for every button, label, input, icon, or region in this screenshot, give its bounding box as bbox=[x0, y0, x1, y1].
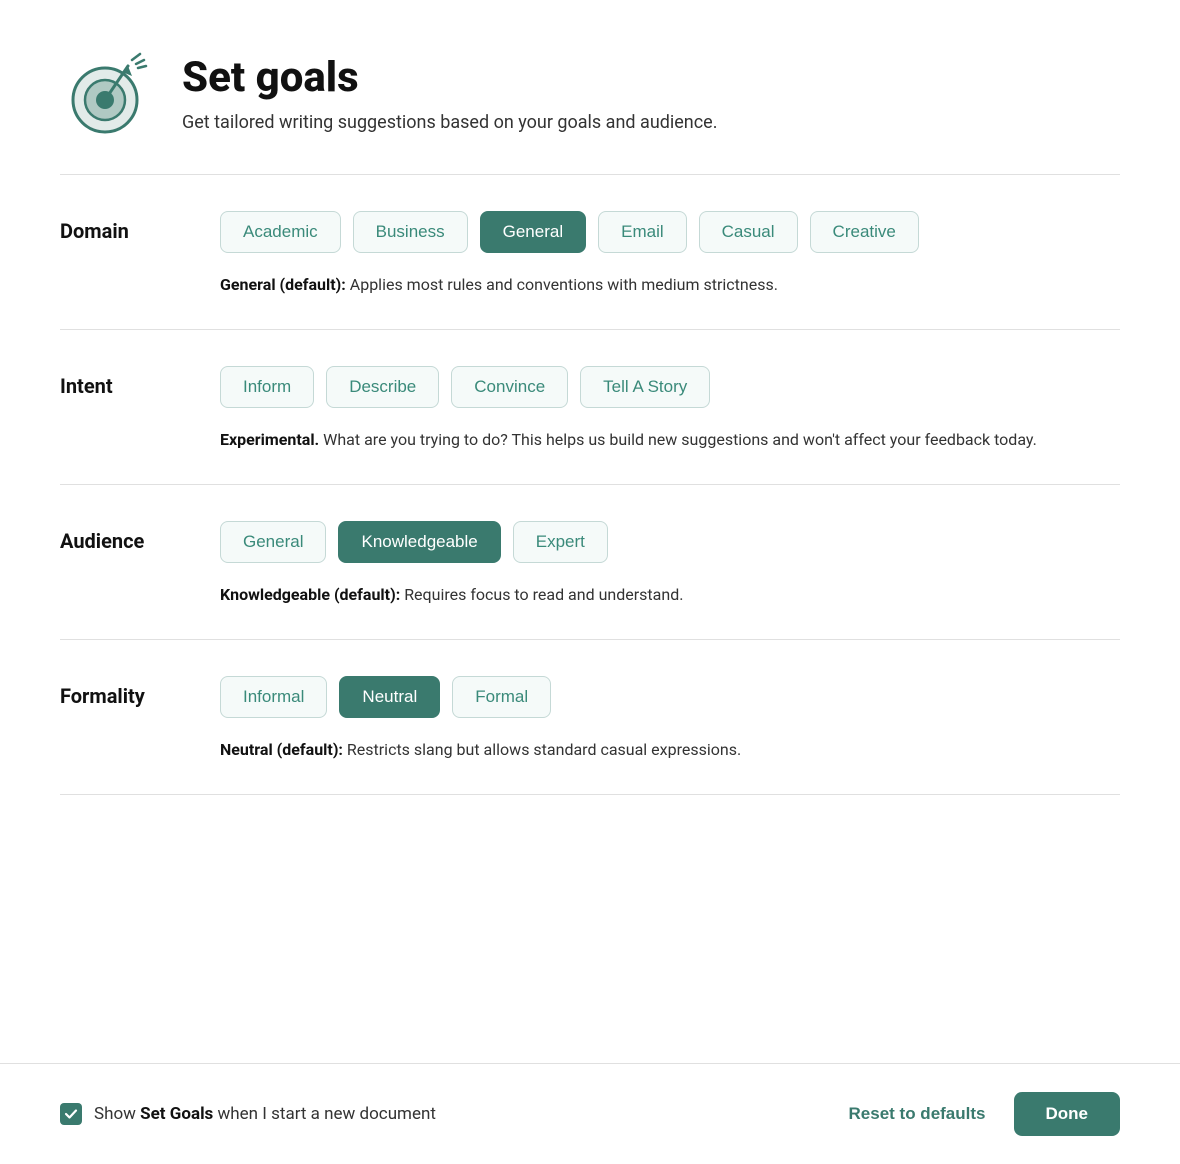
intent-option-convince[interactable]: Convince bbox=[451, 366, 568, 408]
domain-desc-bold: General (default): bbox=[220, 275, 346, 294]
logo-icon bbox=[60, 48, 150, 138]
audience-option-expert[interactable]: Expert bbox=[513, 521, 608, 563]
domain-option-email[interactable]: Email bbox=[598, 211, 687, 253]
formality-content: Informal Neutral Formal Neutral (default… bbox=[220, 676, 1120, 762]
domain-button-group: Academic Business General Email Casual C… bbox=[220, 211, 1120, 253]
formality-button-group: Informal Neutral Formal bbox=[220, 676, 1120, 718]
formality-option-formal[interactable]: Formal bbox=[452, 676, 551, 718]
audience-option-general[interactable]: General bbox=[220, 521, 326, 563]
footer: Show Set Goals when I start a new docume… bbox=[0, 1063, 1180, 1164]
domain-option-casual[interactable]: Casual bbox=[699, 211, 798, 253]
audience-desc-bold: Knowledgeable (default): bbox=[220, 585, 400, 604]
intent-desc-bold: Experimental. bbox=[220, 430, 319, 449]
formality-option-neutral[interactable]: Neutral bbox=[339, 676, 440, 718]
formality-section: Formality Informal Neutral Formal Neutra… bbox=[60, 640, 1120, 795]
footer-right: Reset to defaults Done bbox=[849, 1092, 1120, 1136]
audience-description: Knowledgeable (default): Requires focus … bbox=[220, 583, 1040, 607]
page-title: Set goals bbox=[182, 53, 717, 102]
show-goals-bold: Set Goals bbox=[140, 1104, 213, 1124]
header: Set goals Get tailored writing suggestio… bbox=[60, 48, 1120, 138]
intent-section: Intent Inform Describe Convince Tell A S… bbox=[60, 330, 1120, 485]
intent-description: Experimental. What are you trying to do?… bbox=[220, 428, 1040, 452]
show-goals-label: Show Set Goals when I start a new docume… bbox=[94, 1104, 436, 1124]
domain-description: General (default): Applies most rules an… bbox=[220, 273, 1040, 297]
formality-label: Formality bbox=[60, 676, 220, 708]
domain-option-creative[interactable]: Creative bbox=[810, 211, 919, 253]
intent-content: Inform Describe Convince Tell A Story Ex… bbox=[220, 366, 1120, 452]
domain-option-general[interactable]: General bbox=[480, 211, 586, 253]
intent-desc-rest: What are you trying to do? This helps us… bbox=[319, 430, 1037, 449]
domain-option-academic[interactable]: Academic bbox=[220, 211, 341, 253]
audience-label: Audience bbox=[60, 521, 220, 553]
page-container: Set goals Get tailored writing suggestio… bbox=[0, 0, 1180, 795]
intent-option-describe[interactable]: Describe bbox=[326, 366, 439, 408]
intent-option-inform[interactable]: Inform bbox=[220, 366, 314, 408]
show-goals-checkbox[interactable] bbox=[60, 1103, 82, 1125]
domain-section: Domain Academic Business General Email C… bbox=[60, 175, 1120, 330]
checkmark-icon bbox=[64, 1107, 78, 1121]
intent-button-group: Inform Describe Convince Tell A Story bbox=[220, 366, 1120, 408]
audience-content: General Knowledgeable Expert Knowledgeab… bbox=[220, 521, 1120, 607]
formality-option-informal[interactable]: Informal bbox=[220, 676, 327, 718]
audience-button-group: General Knowledgeable Expert bbox=[220, 521, 1120, 563]
audience-option-knowledgeable[interactable]: Knowledgeable bbox=[338, 521, 500, 563]
domain-label: Domain bbox=[60, 211, 220, 243]
intent-label: Intent bbox=[60, 366, 220, 398]
domain-desc-rest: Applies most rules and conventions with … bbox=[346, 275, 778, 294]
done-button[interactable]: Done bbox=[1014, 1092, 1121, 1136]
formality-desc-rest: Restricts slang but allows standard casu… bbox=[343, 740, 741, 759]
header-text: Set goals Get tailored writing suggestio… bbox=[182, 53, 717, 133]
footer-left: Show Set Goals when I start a new docume… bbox=[60, 1103, 436, 1125]
formality-desc-bold: Neutral (default): bbox=[220, 740, 343, 759]
domain-content: Academic Business General Email Casual C… bbox=[220, 211, 1120, 297]
intent-option-tell-a-story[interactable]: Tell A Story bbox=[580, 366, 710, 408]
formality-description: Neutral (default): Restricts slang but a… bbox=[220, 738, 1040, 762]
audience-section: Audience General Knowledgeable Expert Kn… bbox=[60, 485, 1120, 640]
audience-desc-rest: Requires focus to read and understand. bbox=[400, 585, 683, 604]
domain-option-business[interactable]: Business bbox=[353, 211, 468, 253]
page-description: Get tailored writing suggestions based o… bbox=[182, 112, 717, 133]
reset-button[interactable]: Reset to defaults bbox=[849, 1104, 986, 1124]
